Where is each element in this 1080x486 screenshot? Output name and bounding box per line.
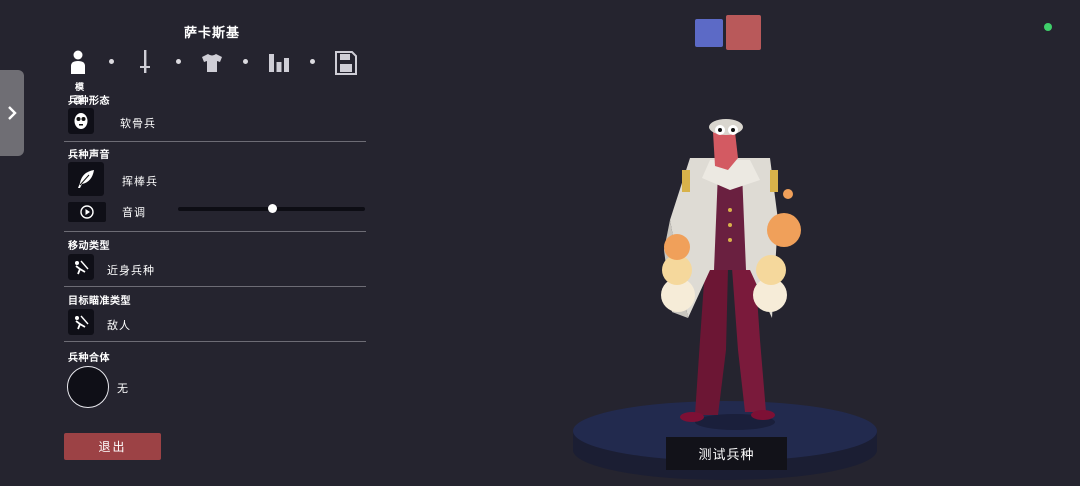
tab-save[interactable] <box>334 48 358 76</box>
person-icon <box>71 50 85 74</box>
unit-form-label: 兵种形态 <box>68 96 110 107</box>
melee-unit-icon <box>75 260 89 275</box>
movement-type-label: 移动类型 <box>68 241 110 252</box>
tab-clothing[interactable] <box>200 48 224 76</box>
separator-dot <box>109 59 114 64</box>
editor-tab-bar: 模型 <box>60 44 370 106</box>
divider <box>64 141 366 142</box>
target-type-selector[interactable] <box>68 309 94 335</box>
unit-fusion-label: 兵种合体 <box>68 353 110 364</box>
separator-dot <box>243 59 248 64</box>
unit-preview-scene <box>573 119 877 480</box>
unit-voice-label: 兵种声音 <box>68 150 110 161</box>
movement-type-value: 近身兵种 <box>107 264 155 277</box>
tab-weapons[interactable] <box>133 48 157 76</box>
unit-fusion-value: 无 <box>117 382 129 395</box>
movement-type-selector[interactable] <box>68 254 94 280</box>
stats-icon <box>269 54 289 72</box>
divider <box>64 286 366 287</box>
separator-dot <box>176 59 181 64</box>
divider <box>64 341 366 342</box>
test-unit-button[interactable]: 测试兵种 <box>666 437 787 470</box>
unit-form-value: 软骨兵 <box>120 117 156 130</box>
divider <box>64 231 366 232</box>
side-panel-toggle[interactable] <box>0 70 24 156</box>
unit-hair <box>709 119 743 135</box>
save-icon <box>335 51 357 75</box>
separator-dot <box>310 59 315 64</box>
sword-icon <box>140 50 150 73</box>
feather-icon <box>78 170 94 188</box>
target-type-label: 目标瞄准类型 <box>68 296 131 307</box>
unit-name-title: 萨卡斯基 <box>183 26 240 41</box>
pitch-label: 音调 <box>122 206 146 219</box>
target-type-value: 敌人 <box>107 319 131 332</box>
chevron-right-icon <box>8 106 17 120</box>
unit-voice-value: 挥棒兵 <box>122 175 158 188</box>
unit-form-selector[interactable] <box>68 108 94 134</box>
pitch-slider-handle[interactable] <box>267 204 277 213</box>
connection-status-icon <box>1044 23 1052 31</box>
blue-team-button[interactable] <box>695 19 723 47</box>
red-team-button[interactable] <box>726 15 761 50</box>
skull-mask-icon <box>74 113 88 129</box>
tab-model[interactable]: 模型 <box>66 48 90 106</box>
unit-voice-selector[interactable] <box>68 162 104 196</box>
target-unit-icon <box>75 315 89 330</box>
exit-button[interactable]: 退出 <box>64 433 161 460</box>
play-icon <box>80 205 94 219</box>
unit-fusion-selector[interactable] <box>67 366 109 408</box>
shirt-icon <box>202 54 222 72</box>
tab-stats[interactable] <box>267 48 291 76</box>
pitch-slider[interactable] <box>178 204 365 213</box>
play-voice-button[interactable] <box>68 202 106 222</box>
